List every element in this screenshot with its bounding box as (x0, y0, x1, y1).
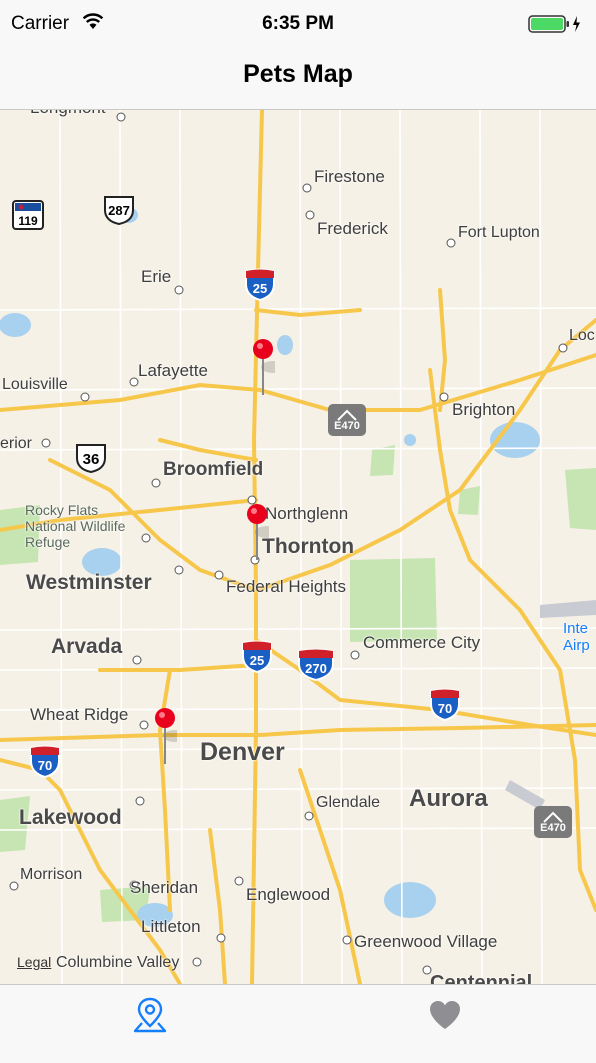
city-dot (80, 392, 90, 402)
city-label-thornton: Thornton (262, 535, 355, 558)
city-label-centennial: Centennial (430, 972, 533, 984)
city-dot (558, 343, 568, 353)
battery-icon (528, 15, 580, 33)
city-label-frederick: Frederick (317, 219, 388, 238)
heart-icon[interactable] (425, 995, 465, 1035)
tab-bar (0, 984, 596, 1063)
city-label-littleton: Littleton (141, 917, 201, 936)
city-label-arvada: Arvada (51, 635, 123, 658)
city-label-firestone: Firestone (314, 167, 385, 186)
city-label-wheat-ridge: Wheat Ridge (30, 705, 129, 724)
legal-link[interactable]: Legal (17, 954, 51, 970)
city-label-longmont: Longmont (30, 110, 106, 118)
city-label-columbine-valley: Columbine Valley (56, 954, 180, 971)
city-label-loc: Loc (569, 327, 595, 344)
city-label-louisville: Louisville (2, 376, 68, 393)
shield-label: 70 (38, 758, 52, 773)
city-label-broomfield: Broomfield (163, 459, 264, 480)
map-view[interactable]: Longmont Firestone Frederick Fort Lupton… (0, 110, 596, 984)
shield-label: 287 (108, 203, 130, 218)
map-pin-marker[interactable] (245, 502, 269, 566)
city-label-northglenn: Northglenn (265, 504, 349, 523)
city-dot (174, 565, 184, 575)
city-dot (342, 935, 352, 945)
city-dot (446, 238, 456, 248)
city-label-greenwood-village: Greenwood Village (354, 932, 498, 951)
city-label-erior: erior (0, 435, 33, 452)
navigation-bar: Pets Map (0, 44, 596, 110)
page-title: Pets Map (243, 60, 353, 88)
shield-label: E470 (334, 420, 360, 432)
city-label-fort-lupton: Fort Lupton (458, 224, 540, 241)
state-highway-shield-icon: 119 (12, 200, 44, 230)
city-dot (139, 720, 149, 730)
city-dot (192, 957, 202, 967)
shield-label: E470 (540, 822, 566, 834)
city-dot (135, 796, 145, 806)
city-label-rocky-flats: Rocky Flats National Wildlife Refuge (25, 502, 126, 550)
city-dot (9, 881, 19, 891)
city-dot (174, 285, 184, 295)
toll-road-shield-icon: E470 (328, 404, 366, 436)
map-pin-icon[interactable] (130, 995, 170, 1035)
us-highway-shield-icon: 36 (76, 444, 106, 474)
us-highway-shield-icon: 287 (104, 196, 134, 226)
city-dot (216, 933, 226, 943)
city-label-inte-airp: Inte Airp (563, 620, 590, 654)
city-dot (302, 183, 312, 193)
shield-label: 36 (83, 451, 100, 468)
map-pin-marker[interactable] (251, 337, 275, 401)
status-time: 6:35 PM (262, 13, 334, 34)
interstate-shield-icon: 70 (30, 745, 60, 779)
interstate-shield-icon: 25 (245, 268, 275, 302)
shield-label: 270 (305, 661, 327, 676)
city-label-aurora: Aurora (409, 785, 488, 812)
city-dot (214, 570, 224, 580)
toll-road-shield-icon: E470 (534, 806, 572, 838)
city-label-lakewood: Lakewood (19, 806, 122, 829)
interstate-shield-icon: 70 (430, 688, 460, 722)
city-label-denver: Denver (200, 738, 285, 766)
city-dot (350, 650, 360, 660)
city-dot (305, 210, 315, 220)
city-label-westminster: Westminster (26, 571, 152, 594)
city-label-morrison: Morrison (20, 866, 83, 883)
city-dot (132, 655, 142, 665)
city-label-federal-heights: Federal Heights (226, 577, 347, 596)
shield-label: 25 (250, 653, 264, 668)
shield-label: 25 (253, 281, 267, 296)
interstate-shield-icon: 25 (242, 640, 272, 674)
city-label-sheridan: Sheridan (130, 878, 199, 897)
city-dot (234, 876, 244, 886)
city-label-glendale: Glendale (316, 794, 381, 811)
shield-label: 70 (438, 701, 452, 716)
city-dot (439, 392, 449, 402)
city-label-commerce-city: Commerce City (363, 633, 481, 652)
city-label-lafayette: Lafayette (138, 361, 208, 380)
interstate-shield-icon: 270 (298, 648, 334, 682)
status-bar: Carrier 6:35 PM (0, 0, 596, 44)
map-pin-marker[interactable] (153, 706, 177, 770)
city-dot (304, 811, 314, 821)
shield-label: 119 (18, 214, 38, 228)
city-dot (116, 112, 126, 122)
city-dot (41, 438, 51, 448)
city-label-englewood: Englewood (246, 885, 331, 904)
city-dot (151, 478, 161, 488)
city-label-brighton: Brighton (452, 400, 516, 419)
city-label-erie: Erie (141, 267, 172, 286)
